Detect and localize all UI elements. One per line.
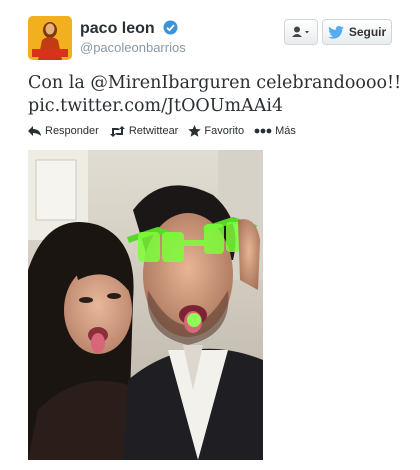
tweet-text: Con la @MirenIbarguren celebrandoooo!! p… xyxy=(28,72,402,118)
avatar[interactable] xyxy=(28,16,72,60)
more-label: Más xyxy=(275,125,296,137)
star-icon xyxy=(188,125,202,137)
retweet-action[interactable]: Retwittear xyxy=(109,125,179,137)
author-screen-name[interactable]: @pacoleonbarrios xyxy=(80,40,186,55)
follow-button-label: Seguir xyxy=(348,25,387,39)
reply-action[interactable]: Responder xyxy=(28,125,99,137)
follow-button[interactable]: Seguir xyxy=(322,19,392,45)
reply-label: Responder xyxy=(45,125,99,137)
more-icon xyxy=(254,128,272,134)
reply-icon xyxy=(28,125,41,136)
tweet-photo[interactable] xyxy=(28,150,263,460)
user-actions-button[interactable] xyxy=(284,19,318,45)
tweet-text-line-1: Con la @MirenIbarguren celebrandoooo!! xyxy=(28,73,402,93)
tweet-text-line-2[interactable]: pic.twitter.com/JtOOUmAAi4 xyxy=(28,95,398,118)
author-fullname[interactable]: paco leon xyxy=(80,20,155,37)
more-action[interactable]: Más xyxy=(254,125,296,137)
author-info[interactable]: paco leon @pacoleonbarrios xyxy=(80,20,186,55)
favorite-action[interactable]: Favorito xyxy=(188,125,244,137)
twitter-bird-icon xyxy=(328,25,344,39)
favorite-label: Favorito xyxy=(204,125,245,137)
user-dropdown-icon xyxy=(292,26,309,37)
tweet-card: paco leon @pacoleonbarrios Seguir Con la… xyxy=(0,0,420,470)
retweet-label: Retwittear xyxy=(128,125,179,137)
verified-badge-icon xyxy=(163,20,178,35)
tweet-actions: Responder Retwittear Favorito Más xyxy=(28,125,306,137)
retweet-icon xyxy=(109,125,125,137)
